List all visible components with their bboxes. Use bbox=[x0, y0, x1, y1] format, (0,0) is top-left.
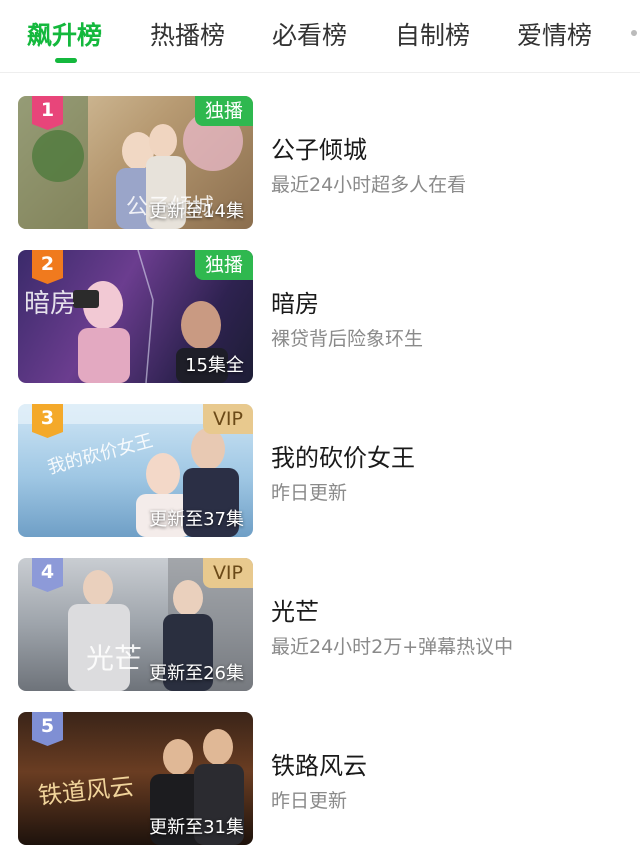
poster-thumbnail[interactable]: 光芒 4 VIP 更新至26集 bbox=[18, 558, 253, 691]
show-subtitle: 裸贷背后险象环生 bbox=[271, 328, 424, 350]
list-item[interactable]: 我的砍价女王 3 VIP 更新至37集 我的砍价女王 昨日更新 bbox=[0, 404, 640, 538]
active-tab-indicator bbox=[55, 58, 77, 63]
episode-status: 更新至14集 bbox=[149, 201, 244, 222]
tab-romance[interactable]: 爱情榜 bbox=[517, 16, 592, 52]
poster-thumbnail[interactable]: 公子倾城 1 独播 更新至14集 bbox=[18, 96, 253, 229]
tab-soaring[interactable]: 飙升榜 bbox=[27, 16, 102, 52]
poster-thumbnail[interactable]: 铁道风云 5 更新至31集 bbox=[18, 712, 253, 845]
episode-status: 更新至37集 bbox=[149, 509, 244, 530]
episode-status: 15集全 bbox=[185, 355, 244, 376]
show-title[interactable]: 暗房 bbox=[271, 284, 319, 319]
tab-original[interactable]: 自制榜 bbox=[395, 16, 470, 52]
tab-must-watch[interactable]: 必看榜 bbox=[272, 16, 347, 52]
rank-number: 2 bbox=[40, 253, 55, 275]
show-title[interactable]: 光芒 bbox=[271, 592, 319, 627]
list-item[interactable]: 公子倾城 1 独播 更新至14集 公子倾城 最近24小时超多人在看 bbox=[0, 96, 640, 230]
poster-calligraphy: 铁道风云 bbox=[37, 772, 135, 810]
show-title[interactable]: 铁路风云 bbox=[271, 746, 367, 781]
show-title[interactable]: 公子倾城 bbox=[271, 130, 367, 165]
show-subtitle: 最近24小时超多人在看 bbox=[271, 174, 467, 196]
list-item[interactable]: 暗房 2 独播 15集全 暗房 裸贷背后险象环生 bbox=[0, 250, 640, 384]
vip-badge: VIP bbox=[202, 558, 253, 588]
vip-badge: VIP bbox=[202, 404, 253, 434]
show-subtitle: 昨日更新 bbox=[271, 790, 348, 812]
ranking-tab-bar: 飙升榜 热播榜 必看榜 自制榜 爱情榜 bbox=[0, 0, 640, 73]
rank-number: 1 bbox=[40, 99, 55, 121]
rank-badge: 1 bbox=[32, 96, 63, 130]
poster-thumbnail[interactable]: 暗房 2 独播 15集全 bbox=[18, 250, 253, 383]
exclusive-badge: 独播 bbox=[194, 96, 253, 126]
tab-hot[interactable]: 热播榜 bbox=[150, 16, 225, 52]
rank-badge: 2 bbox=[32, 250, 63, 284]
show-title[interactable]: 我的砍价女王 bbox=[271, 438, 415, 473]
episode-status: 更新至31集 bbox=[149, 817, 244, 838]
episode-status: 更新至26集 bbox=[149, 663, 244, 684]
rank-number: 4 bbox=[40, 561, 55, 583]
poster-calligraphy: 暗房 bbox=[24, 289, 76, 319]
poster-thumbnail[interactable]: 我的砍价女王 3 VIP 更新至37集 bbox=[18, 404, 253, 537]
rank-number: 3 bbox=[40, 407, 55, 429]
poster-calligraphy: 光芒 bbox=[86, 642, 142, 675]
rank-number: 5 bbox=[40, 715, 55, 737]
more-tabs-edge bbox=[631, 30, 637, 36]
rank-badge: 3 bbox=[32, 404, 63, 438]
rank-badge: 5 bbox=[32, 712, 63, 746]
list-item[interactable]: 铁道风云 5 更新至31集 铁路风云 昨日更新 bbox=[0, 712, 640, 846]
exclusive-badge: 独播 bbox=[194, 250, 253, 280]
show-subtitle: 昨日更新 bbox=[271, 482, 348, 504]
show-subtitle: 最近24小时2万+弹幕热议中 bbox=[271, 636, 514, 658]
rank-badge: 4 bbox=[32, 558, 63, 592]
list-item[interactable]: 光芒 4 VIP 更新至26集 光芒 最近24小时2万+弹幕热议中 bbox=[0, 558, 640, 692]
